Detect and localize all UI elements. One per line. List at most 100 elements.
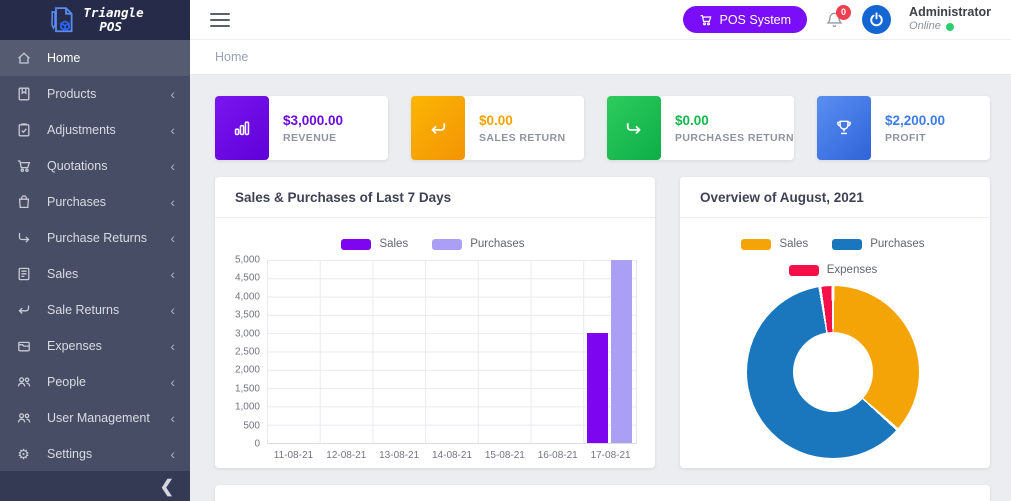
hamburger-icon[interactable] <box>210 9 230 31</box>
sidebar-item-label: People <box>47 375 170 389</box>
legend-sales-swatch <box>341 239 371 250</box>
chevron-left-icon: ‹ <box>170 411 175 425</box>
sidebar-item-user-management[interactable]: User Management ‹ <box>0 400 190 436</box>
cart-icon <box>699 13 713 27</box>
sidebar-item-purchases[interactable]: Purchases ‹ <box>0 184 190 220</box>
wallet-icon <box>15 338 32 355</box>
bar-group <box>583 260 636 443</box>
legend-purchases-label: Purchases <box>470 238 524 250</box>
legend-purchases: Purchases <box>832 238 924 250</box>
chevron-left-icon: ‹ <box>170 123 175 137</box>
main-area: POS System 0 Administrator Online <box>190 0 1011 501</box>
bar-group <box>372 260 425 443</box>
donut-ring <box>747 286 919 458</box>
notification-badge: 0 <box>836 5 851 20</box>
notifications-button[interactable]: 0 <box>825 11 844 29</box>
bar-chart-y-axis: 5,0004,5004,0003,5003,0002,5002,0001,500… <box>229 260 267 444</box>
purchases-return-tile <box>607 96 661 160</box>
stats-row: $3,000.00 REVENUE $0.00 SALES RETURN <box>215 96 990 160</box>
bar-chart-legend: Sales Purchases <box>229 238 637 250</box>
x-axis-label: 16-08-21 <box>531 450 584 461</box>
sidebar-item-label: Products <box>47 87 170 101</box>
revenue-card: $3,000.00 REVENUE <box>215 96 388 160</box>
sidebar-nav: Home Products ‹ Adjustments ‹ Quotations… <box>0 40 190 472</box>
bar-group <box>320 260 373 443</box>
sidebar-item-sales[interactable]: Sales ‹ <box>0 256 190 292</box>
sidebar-item-label: Home <box>47 51 175 65</box>
x-axis-label: 17-08-21 <box>584 450 637 461</box>
bar-chart-x-axis: 11-08-2112-08-2113-08-2114-08-2115-08-21… <box>267 444 637 468</box>
app-name: Triangle POS <box>83 6 143 35</box>
chevron-left-icon: ‹ <box>170 87 175 101</box>
y-axis-tick: 1,500 <box>235 383 260 394</box>
people-icon <box>15 374 32 391</box>
user-avatar[interactable] <box>862 5 891 34</box>
user-status: Online <box>909 20 991 34</box>
people-icon <box>15 410 32 427</box>
sidebar-item-label: Sale Returns <box>47 303 170 317</box>
revenue-tile <box>215 96 269 160</box>
profit-card: $2,200.00 PROFIT <box>817 96 990 160</box>
sidebar-item-products[interactable]: Products ‹ <box>0 76 190 112</box>
purchases-return-label: PURCHASES RETURN <box>675 132 794 144</box>
sidebar-item-label: Settings <box>47 447 170 461</box>
bar-group <box>478 260 531 443</box>
sidebar-item-adjustments[interactable]: Adjustments ‹ <box>0 112 190 148</box>
power-icon <box>868 11 885 28</box>
y-axis-tick: 3,500 <box>235 310 260 321</box>
receipt-icon <box>15 266 32 283</box>
topbar: POS System 0 Administrator Online <box>190 0 1011 40</box>
next-section-card <box>215 485 990 501</box>
sidebar-item-label: Adjustments <box>47 123 170 137</box>
sidebar-item-sale-returns[interactable]: Sale Returns ‹ <box>0 292 190 328</box>
sidebar-collapse-button[interactable]: ❮ <box>160 478 174 495</box>
bar-group <box>267 260 320 443</box>
legend-purchases-swatch <box>832 239 862 250</box>
legend-sales-label: Sales <box>779 238 808 250</box>
breadcrumb-home-link[interactable]: Home <box>215 50 248 64</box>
purchases-return-amount: $0.00 <box>675 113 794 128</box>
y-axis-tick: 0 <box>254 439 260 450</box>
legend-sales-label: Sales <box>379 238 408 250</box>
return-left-icon <box>428 118 448 138</box>
bar-chart-title: Sales & Purchases of Last 7 Days <box>215 177 655 218</box>
bar-group <box>531 260 584 443</box>
dashboard-content: $3,000.00 REVENUE $0.00 SALES RETURN <box>190 75 1011 501</box>
app-logo: Triangle POS <box>0 0 190 40</box>
sidebar: Triangle POS Home Products ‹ Adjustments… <box>0 0 190 501</box>
sidebar-collapse-bar: ❮ <box>0 471 190 501</box>
return-left-icon <box>15 302 32 319</box>
sales-return-amount: $0.00 <box>479 113 565 128</box>
bar-chart: 5,0004,5004,0003,5003,0002,5002,0001,500… <box>229 260 637 444</box>
x-axis-label: 12-08-21 <box>320 450 373 461</box>
sidebar-item-people[interactable]: People ‹ <box>0 364 190 400</box>
sidebar-item-purchase-returns[interactable]: Purchase Returns ‹ <box>0 220 190 256</box>
chevron-left-icon: ‹ <box>170 231 175 245</box>
pos-system-button[interactable]: POS System <box>683 6 808 33</box>
bar-purchases <box>611 260 632 443</box>
y-axis-tick: 4,500 <box>235 273 260 284</box>
sidebar-item-label: User Management <box>47 411 170 425</box>
purchases-return-card: $0.00 PURCHASES RETURN <box>607 96 794 160</box>
chevron-left-icon: ‹ <box>170 195 175 209</box>
sidebar-item-label: Expenses <box>47 339 170 353</box>
x-axis-label: 15-08-21 <box>478 450 531 461</box>
chevron-left-icon: ‹ <box>170 267 175 281</box>
bar-group <box>425 260 478 443</box>
x-axis-label: 11-08-21 <box>267 450 320 461</box>
chevron-left-icon: ‹ <box>170 447 175 461</box>
y-axis-tick: 2,500 <box>235 347 260 358</box>
gear-icon: ⚙ <box>15 446 32 463</box>
clipboard-check-icon <box>15 122 32 139</box>
y-axis-tick: 500 <box>243 420 260 431</box>
legend-sales: Sales <box>341 238 408 250</box>
online-status-dot <box>946 23 954 31</box>
sidebar-item-expenses[interactable]: Expenses ‹ <box>0 328 190 364</box>
sidebar-item-settings[interactable]: ⚙ Settings ‹ <box>0 436 190 472</box>
sidebar-item-quotations[interactable]: Quotations ‹ <box>0 148 190 184</box>
sales-return-label: SALES RETURN <box>479 132 565 144</box>
donut-chart-title: Overview of August, 2021 <box>680 177 990 218</box>
sidebar-item-home[interactable]: Home <box>0 40 190 76</box>
cart-icon <box>15 158 32 175</box>
profit-label: PROFIT <box>885 132 945 144</box>
